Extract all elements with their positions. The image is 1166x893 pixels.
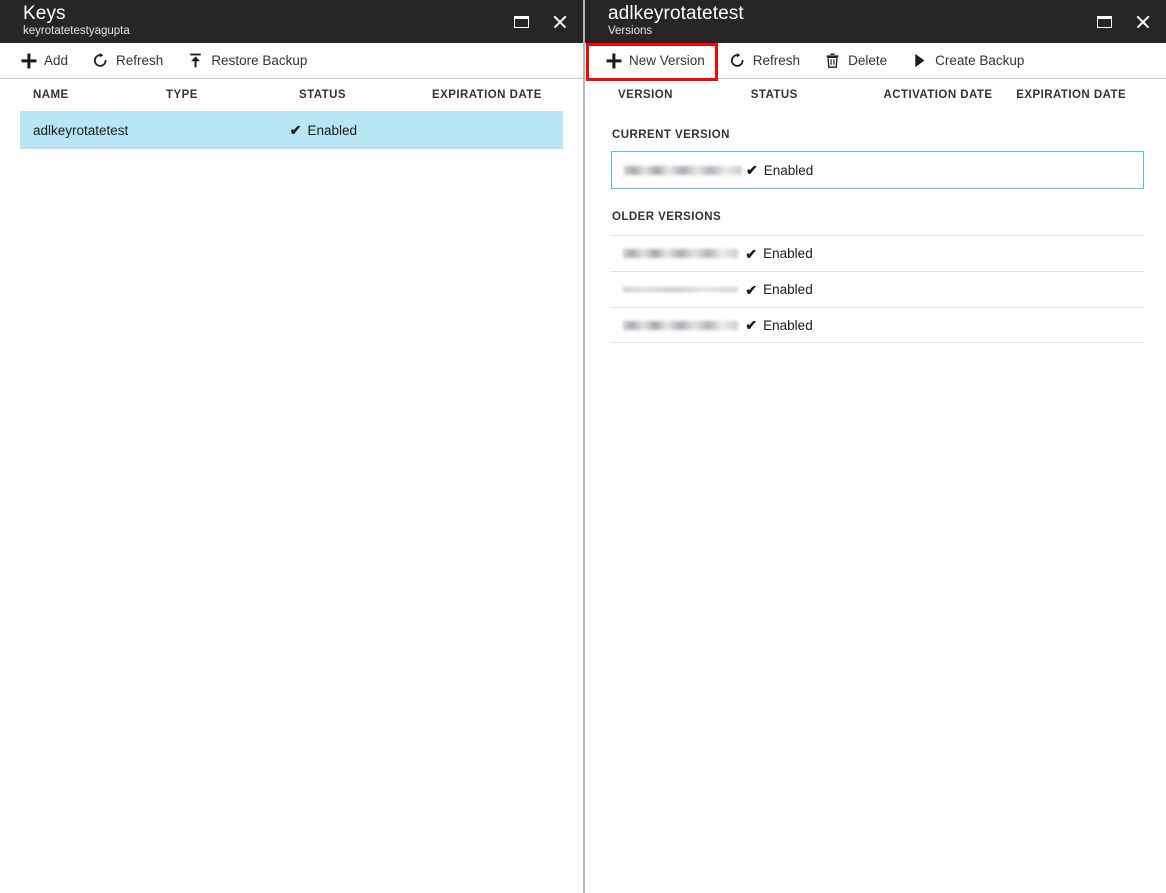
keys-blade-title: Keys [23,3,66,25]
version-status: ✔ Enabled [746,163,868,178]
play-icon [911,52,928,69]
refresh-button-label: Refresh [753,53,800,68]
column-header-status: STATUS [751,89,884,101]
column-header-expiration-date: EXPIRATION DATE [1016,89,1166,101]
new-version-button[interactable]: New Version [603,43,717,79]
restore-backup-icon [187,52,204,69]
versions-blade: adlkeyrotatetest Versions New Version [583,0,1166,893]
version-id [624,166,746,175]
refresh-button-label: Refresh [116,53,163,68]
versions-blade-title: adlkeyrotatetest [608,3,744,25]
keys-blade-header: Keys keyrotatetestyagupta [0,0,583,43]
version-status-label: Enabled [764,163,814,178]
table-row[interactable]: adlkeyrotatetest ✔ Enabled [20,111,563,149]
create-backup-button[interactable]: Create Backup [909,43,1036,79]
close-icon [552,14,567,29]
key-status-label: Enabled [308,123,358,138]
delete-button[interactable]: Delete [822,43,899,79]
keys-column-headers: NAME TYPE STATUS EXPIRATION DATE [0,79,583,111]
refresh-button[interactable]: Refresh [90,43,175,79]
version-id [623,249,745,258]
version-status: ✔ Enabled [745,246,867,261]
version-id-redacted [623,321,738,330]
plus-icon [20,52,37,69]
close-button[interactable] [545,8,573,36]
check-icon: ✔ [745,318,757,332]
close-button[interactable] [1128,8,1156,36]
maximize-button[interactable] [507,8,535,36]
keys-blade-subtitle: keyrotatetestyagupta [23,25,130,37]
check-icon: ✔ [745,247,757,261]
check-icon: ✔ [290,123,302,137]
versions-blade-subtitle: Versions [608,25,652,37]
check-icon: ✔ [745,283,757,297]
key-status: ✔ Enabled [290,123,418,138]
add-button[interactable]: Add [18,43,80,79]
maximize-icon [514,16,529,28]
version-status-label: Enabled [763,246,813,261]
add-button-label: Add [44,53,68,68]
versions-column-headers: VERSION STATUS ACTIVATION DATE EXPIRATIO… [585,79,1166,111]
older-versions-section: ✔ Enabled ✔ Enabled [585,235,1166,343]
table-row[interactable]: ✔ Enabled [611,271,1144,307]
version-id-redacted [623,287,738,292]
current-version-row[interactable]: ✔ Enabled [611,151,1144,189]
key-name: adlkeyrotatetest [33,123,161,138]
refresh-icon [729,52,746,69]
azure-portal-blades: Keys keyrotatetestyagupta Add [0,0,1166,893]
new-version-button-label: New Version [629,53,705,68]
version-id [623,321,745,330]
column-header-version: VERSION [618,89,751,101]
refresh-icon [92,52,109,69]
maximize-icon [1097,16,1112,28]
version-id-redacted [623,249,738,258]
versions-window-controls [1090,0,1156,43]
column-header-expiration-date: EXPIRATION DATE [432,89,582,101]
restore-backup-button-label: Restore Backup [211,53,307,68]
version-id [623,287,745,292]
column-header-status: STATUS [299,89,432,101]
version-id-redacted [624,166,742,175]
version-status-label: Enabled [763,318,813,333]
maximize-button[interactable] [1090,8,1118,36]
create-backup-button-label: Create Backup [935,53,1024,68]
keys-blade: Keys keyrotatetestyagupta Add [0,0,583,893]
older-versions-section-label: OLDER VERSIONS [585,211,1166,223]
delete-button-label: Delete [848,53,887,68]
versions-toolbar: New Version Refresh [585,43,1166,79]
version-status-label: Enabled [763,282,813,297]
keys-list: adlkeyrotatetest ✔ Enabled [0,111,583,149]
table-row[interactable]: ✔ Enabled [611,307,1144,343]
trash-icon [824,52,841,69]
table-row[interactable]: ✔ Enabled [611,235,1144,271]
refresh-button[interactable]: Refresh [727,43,812,79]
current-version-section: ✔ Enabled [585,151,1166,189]
versions-blade-header: adlkeyrotatetest Versions [585,0,1166,43]
restore-backup-button[interactable]: Restore Backup [185,43,319,79]
close-icon [1135,14,1150,29]
plus-icon [605,52,622,69]
keys-window-controls [507,0,573,43]
check-icon: ✔ [746,163,758,177]
version-status: ✔ Enabled [745,282,867,297]
column-header-activation-date: ACTIVATION DATE [884,89,1017,101]
keys-toolbar: Add Refresh [0,43,583,79]
column-header-type: TYPE [166,89,299,101]
column-header-name: NAME [33,89,166,101]
version-status: ✔ Enabled [745,318,867,333]
current-version-section-label: CURRENT VERSION [585,129,1166,141]
